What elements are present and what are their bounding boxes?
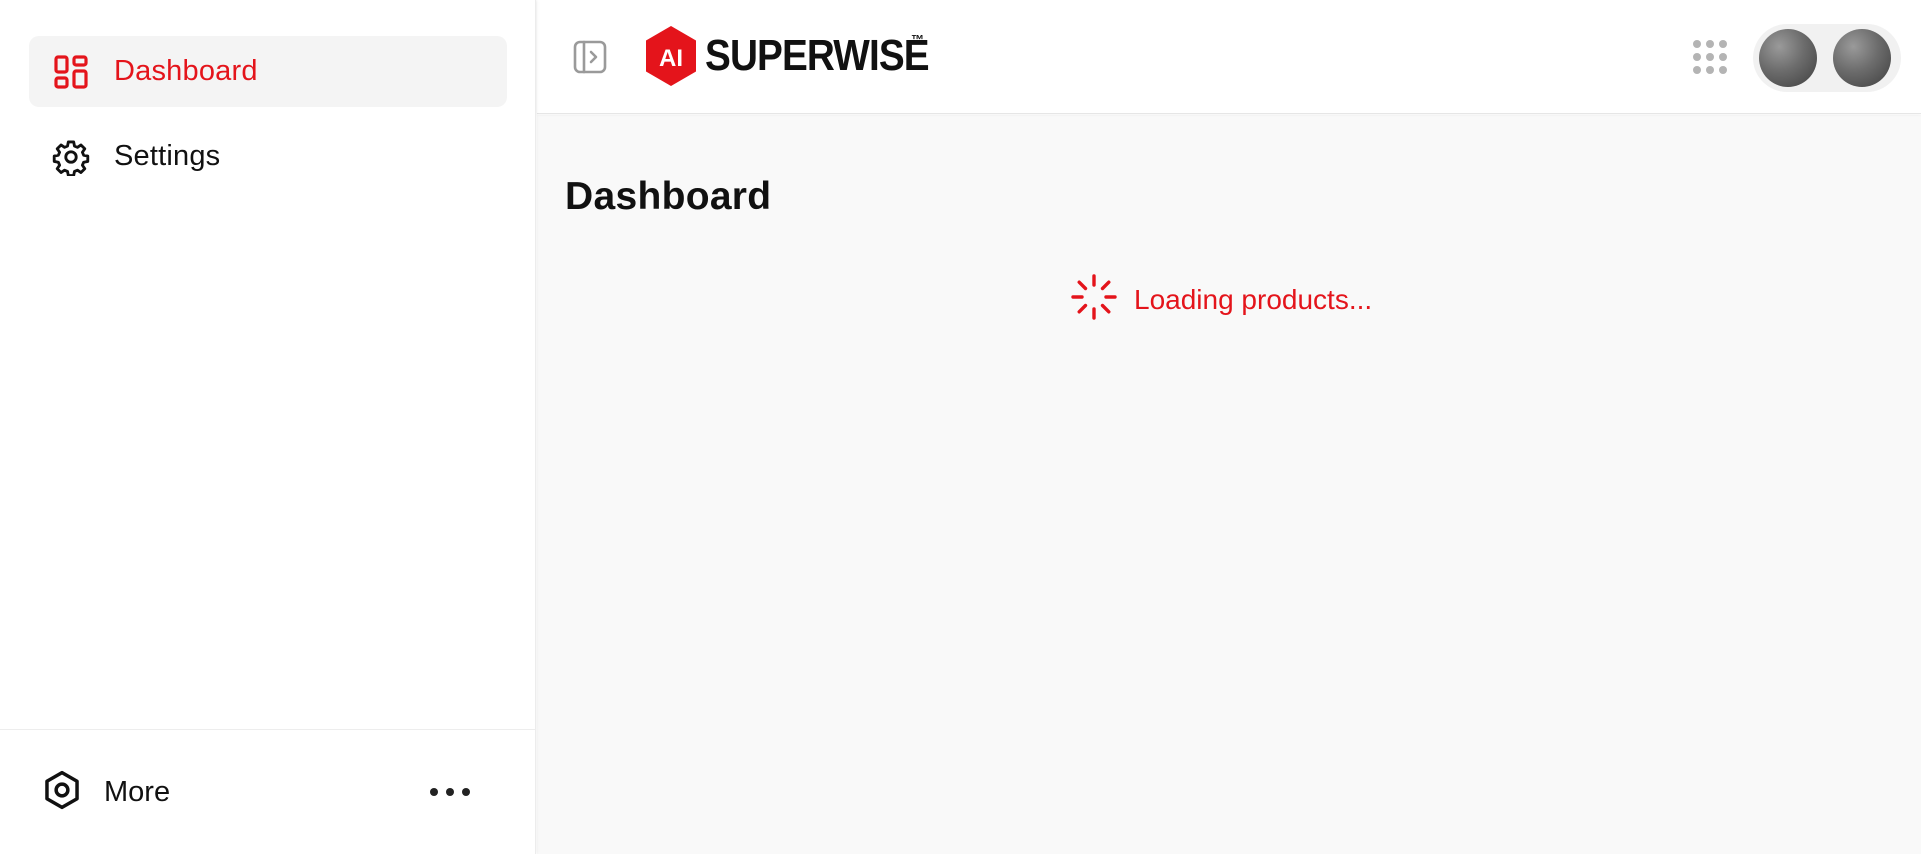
loading-text: Loading products...: [1134, 283, 1373, 315]
sidebar-item-label: Settings: [114, 140, 221, 172]
sidebar-item-label: Dashboard: [114, 55, 258, 87]
gear-icon: [51, 137, 91, 177]
sidebar-footer: More: [0, 729, 536, 854]
logo-trademark: ™: [911, 32, 924, 47]
more-label: More: [104, 776, 171, 808]
top-header: AI SUPERWISE ™: [537, 0, 1921, 114]
avatar[interactable]: [1759, 29, 1817, 87]
logo-wordmark: SUPERWISE: [705, 31, 930, 80]
main-content: Dashboard Loading products...: [537, 115, 1921, 854]
svg-text:AI: AI: [659, 45, 683, 72]
sidebar-item-settings[interactable]: Settings: [29, 121, 507, 192]
dashboard-icon: [51, 52, 91, 92]
more-button[interactable]: More: [40, 768, 170, 817]
sidebar: Dashboard Settings More: [0, 0, 536, 854]
avatar-group: [1753, 24, 1901, 92]
ellipsis-icon[interactable]: [430, 782, 470, 802]
sidebar-toggle-icon[interactable]: [573, 40, 607, 74]
sidebar-item-dashboard[interactable]: Dashboard: [29, 36, 507, 107]
spinner-icon: [1070, 273, 1118, 326]
apps-grid-icon[interactable]: [1693, 40, 1727, 74]
avatar[interactable]: [1833, 29, 1891, 87]
loading-indicator: Loading products...: [1070, 273, 1372, 326]
page-title: Dashboard: [565, 175, 772, 218]
hexagon-settings-icon: [40, 768, 84, 817]
superwise-logo[interactable]: AI SUPERWISE ™: [643, 24, 959, 88]
ai-hexagon-logo-icon: AI: [646, 26, 696, 86]
